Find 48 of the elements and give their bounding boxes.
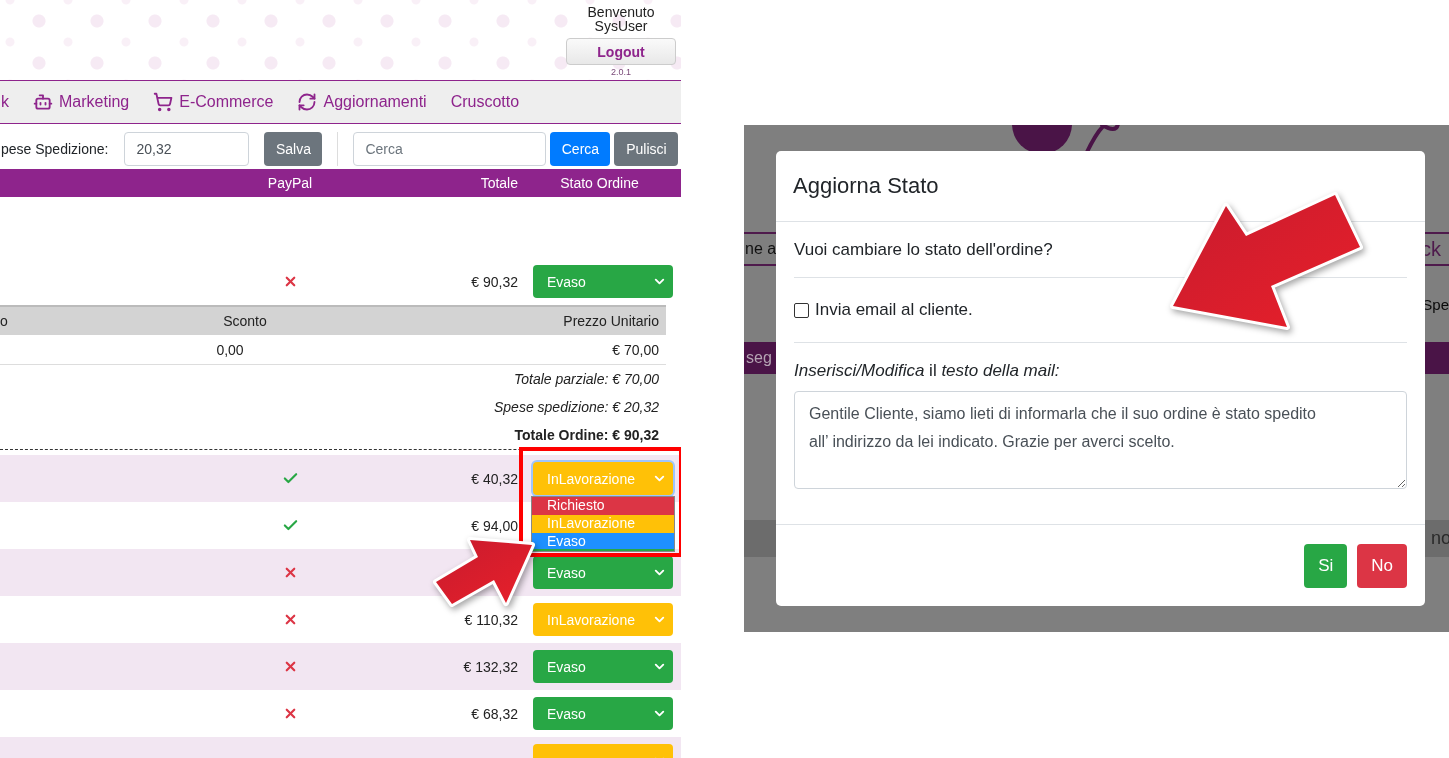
search-button[interactable]: Cerca: [550, 132, 611, 166]
total-cell-text: € 132,32: [462, 658, 518, 675]
column-header: PayPal: [266, 175, 314, 191]
total-cell-text: € 40,32: [470, 470, 518, 487]
total-cell-text: € 68,32: [470, 705, 518, 722]
background-text: seg: [746, 349, 772, 367]
dropdown-option[interactable]: Evaso: [532, 533, 674, 551]
nav-item[interactable]: Marketing: [33, 92, 130, 112]
nav-item[interactable]: E-Commerce: [153, 92, 274, 112]
confirm-button[interactable]: Si: [1304, 543, 1348, 588]
price-cell-text: € 70,00: [611, 341, 659, 358]
mail-textarea[interactable]: Gentile Cliente, siamo lieti di informarla che il suo ordine è stato spedito all’ indirizzo da lei indicato. Grazie per averci scelto.: [794, 391, 1407, 489]
dialog-title: Aggiorna Stato: [793, 173, 939, 199]
status-select[interactable]: Evaso: [533, 650, 673, 683]
nav-item[interactable]: k: [1, 93, 9, 111]
cancel-button[interactable]: No: [1357, 543, 1407, 588]
status-select[interactable]: Evaso: [533, 697, 673, 730]
column-header: Sconto: [222, 313, 268, 329]
refresh-icon: [297, 92, 318, 112]
column-header: Totale: [479, 175, 518, 191]
logout-button[interactable]: Logout: [566, 38, 676, 65]
subtotal-text: Spese spedizione: € 20,32: [493, 398, 660, 417]
column-header: Stato Ordine: [559, 175, 640, 191]
status-select[interactable]: Evaso: [533, 556, 673, 589]
nav-item[interactable]: Cruscotto: [450, 93, 520, 111]
background-text: ne a: [745, 240, 777, 258]
dropdown-option[interactable]: Richiesto: [532, 497, 674, 515]
column-header: o: [0, 313, 9, 329]
user-name: SysUser: [594, 19, 648, 33]
mail-label: Inserisci/Modifica il testo della mail:: [794, 361, 1061, 381]
clear-button[interactable]: Pulisci: [614, 132, 679, 166]
grand-total-text: Totale Ordine: € 90,32: [513, 426, 660, 445]
discount-cell-text: 0,00: [215, 341, 245, 358]
greeting-text: Benvenuto: [587, 5, 655, 19]
column-header: Prezzo Unitario: [562, 313, 659, 329]
version-text: 2.0.1: [611, 67, 631, 77]
status-select[interactable]: Evaso: [533, 265, 673, 298]
total-cell-text: € 94,00: [470, 517, 518, 534]
save-button[interactable]: Salva: [264, 132, 323, 166]
subtotal-text: Totale parziale: € 70,00: [512, 370, 660, 389]
robot-icon: [33, 92, 53, 112]
nav-item[interactable]: Aggiornamenti: [297, 92, 427, 112]
total-cell-text: € 110,32: [463, 611, 518, 628]
shipping-label: pese Spedizione:: [1, 141, 109, 157]
total-cell-text: € 90,32: [470, 273, 518, 290]
search-field[interactable]: Cerca: [353, 132, 547, 166]
cart-icon: [153, 92, 174, 112]
shipping-field[interactable]: 20,32: [124, 132, 250, 166]
